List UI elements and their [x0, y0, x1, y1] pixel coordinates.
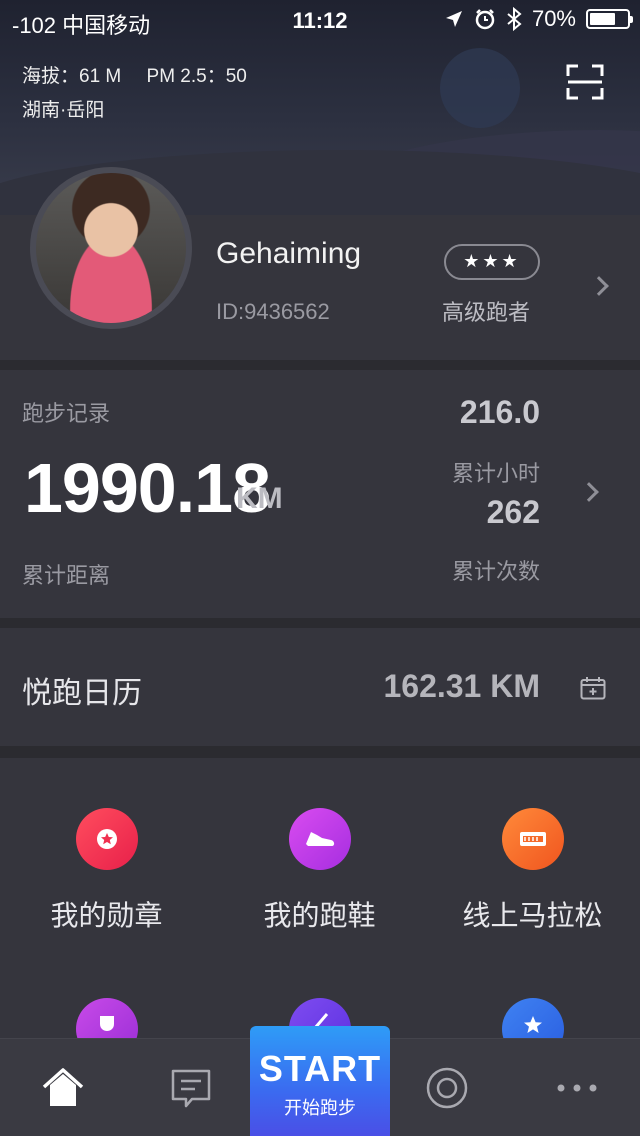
moon-decoration [440, 48, 520, 128]
profile-card[interactable]: Gehaiming ID:9436562 ★★★ 高级跑者 [0, 167, 640, 360]
grid-label: 我的勋章 [50, 899, 163, 932]
start-sublabel: 开始跑步 [284, 1098, 356, 1119]
distance-label: 累计距离 [22, 564, 111, 589]
status-icons: 70% [444, 6, 633, 32]
hours-label: 累计小时 [451, 462, 540, 487]
shoe-icon [288, 808, 351, 870]
alarm-icon [475, 9, 495, 30]
running-record-card[interactable]: 跑步记录 1990.18 KM 累计距离 216.0 累计小时 262 累计次数 [0, 370, 640, 618]
grid-item-medals[interactable]: 我的勋章 [0, 808, 213, 934]
star-badge: ★★★ [444, 244, 540, 280]
grid-item-shoes[interactable]: 我的跑鞋 [213, 808, 426, 934]
avatar[interactable] [30, 167, 192, 329]
user-id: ID:9436562 [216, 299, 330, 324]
total-runs: 262 [486, 494, 540, 530]
battery-icon [586, 9, 633, 29]
tab-discover-icon[interactable] [424, 1065, 470, 1111]
username: Gehaiming [216, 237, 362, 270]
calendar-title: 悦跑日历 [22, 676, 142, 711]
distance-unit: KM [236, 482, 283, 515]
location-icon [445, 11, 462, 27]
medal-icon [75, 808, 138, 870]
run-calendar-card[interactable]: 悦跑日历 162.31 KM [0, 628, 640, 746]
feature-grid: 我的勋章 我的跑鞋 线上马拉松 [0, 758, 640, 1048]
tab-messages-icon[interactable] [168, 1065, 214, 1111]
tab-more-icon[interactable] [552, 1065, 600, 1111]
scan-icon[interactable] [566, 64, 604, 100]
start-run-button[interactable]: START 开始跑步 [250, 1026, 390, 1136]
chevron-right-icon[interactable] [579, 482, 599, 502]
ticket-icon [501, 808, 564, 870]
grid-item-online-marathon[interactable]: 线上马拉松 [426, 808, 639, 934]
bluetooth-icon [507, 7, 522, 31]
start-label: START [258, 1048, 382, 1089]
grid-label: 线上马拉松 [462, 899, 603, 932]
total-hours: 216.0 [459, 394, 540, 430]
grid-label: 我的跑鞋 [263, 899, 376, 932]
altitude: 海拔：61 M [22, 66, 122, 87]
runs-label: 累计次数 [451, 560, 540, 585]
status-bar: -102 中国移动 11:12 70% [0, 0, 640, 40]
record-title: 跑步记录 [22, 402, 111, 427]
location: 湖南·岳阳 [22, 100, 105, 121]
calendar-distance: 162.31 KM [383, 668, 540, 704]
battery-percent: 70% [531, 6, 576, 31]
calendar-add-icon[interactable] [580, 676, 606, 700]
weather-info: 海拔：61 M PM 2.5：50 湖南·岳阳 [22, 60, 267, 128]
total-distance: 1990.18 [24, 449, 271, 527]
chevron-right-icon[interactable] [589, 276, 609, 296]
pm25: PM 2.5：50 [146, 66, 247, 87]
runner-rank: 高级跑者 [442, 301, 531, 326]
tab-home-icon[interactable] [40, 1065, 86, 1111]
